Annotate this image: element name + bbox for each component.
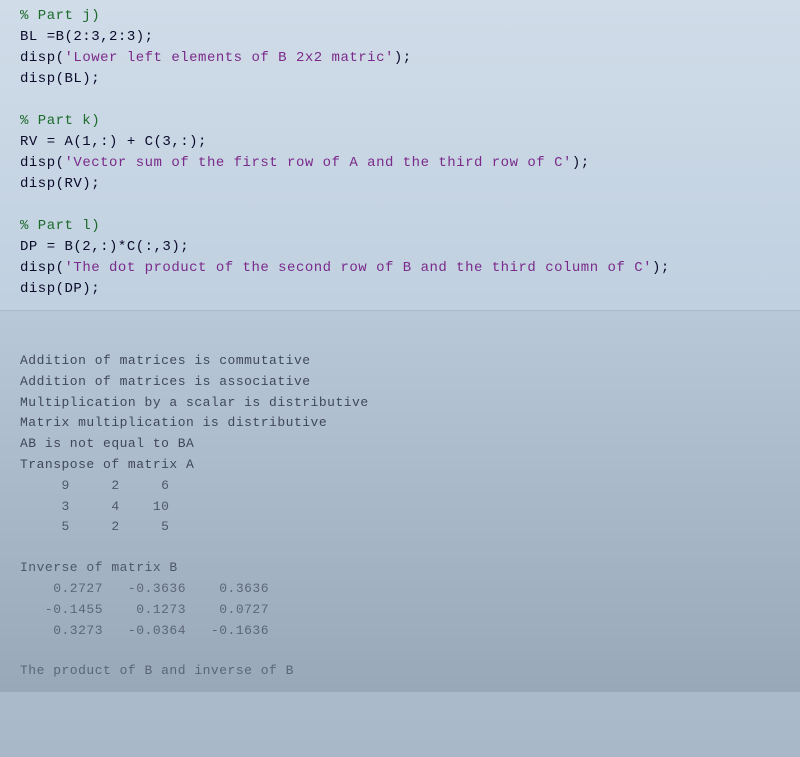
matrix-row: -0.1455 0.1273 0.0727 [20,600,790,621]
empty-line [20,195,790,216]
output-text: Addition of matrices is commutative [20,351,790,372]
code-line: disp('Lower left elements of B 2x2 matri… [20,48,790,69]
matrix-row: 0.3273 -0.0364 -0.1636 [20,621,790,642]
code-line: RV = A(1,:) + C(3,:); [20,132,790,153]
matrix-row: 0.2727 -0.3636 0.3636 [20,579,790,600]
matrix-row: 5 2 5 [20,517,790,538]
output-text: AB is not equal to BA [20,434,790,455]
code-line: DP = B(2,:)*C(:,3); [20,237,790,258]
matrix-row: 9 2 6 [20,476,790,497]
spacing [20,641,790,661]
comment-part-k: % Part k) [20,111,790,132]
code-line: disp(RV); [20,174,790,195]
output-text: Addition of matrices is associative [20,372,790,393]
code-line: disp(DP); [20,279,790,300]
command-window-output[interactable]: Addition of matrices is commutative Addi… [0,311,800,692]
output-text: Multiplication by a scalar is distributi… [20,393,790,414]
code-editor[interactable]: % Part j) BL =B(2:3,2:3); disp('Lower le… [0,0,800,311]
matrix-row: 3 4 10 [20,497,790,518]
comment-part-l: % Part l) [20,216,790,237]
empty-line [20,90,790,111]
output-text: Matrix multiplication is distributive [20,413,790,434]
code-line: disp('The dot product of the second row … [20,258,790,279]
comment-part-j: % Part j) [20,6,790,27]
output-text: Transpose of matrix A [20,455,790,476]
spacing [20,538,790,558]
code-line: disp('Vector sum of the first row of A a… [20,153,790,174]
code-line: disp(BL); [20,69,790,90]
code-line: BL =B(2:3,2:3); [20,27,790,48]
output-text: Inverse of matrix B [20,558,790,579]
output-text: The product of B and inverse of B [20,661,790,682]
